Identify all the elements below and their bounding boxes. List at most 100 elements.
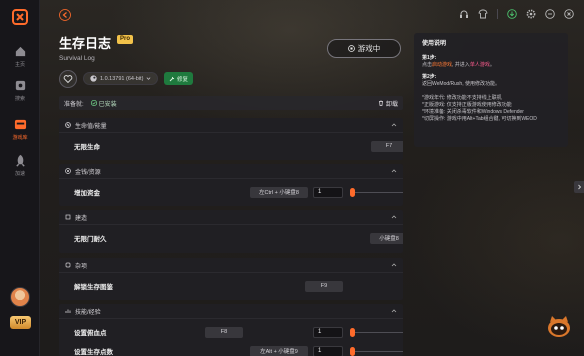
sidebar-item-boost[interactable]: 加速 <box>0 149 40 181</box>
launch-game-link[interactable]: 启动游戏 <box>432 62 452 68</box>
download-icon[interactable] <box>507 9 517 19</box>
uninstall-label: 卸载 <box>385 101 398 108</box>
hotkey-badge[interactable]: 左Ctrl + 小键盘8 <box>250 186 308 198</box>
section-misc: 杂项 解锁生存图鉴 F9 应用 <box>59 258 403 300</box>
cheat-label: 无限生命 <box>74 144 100 151</box>
chevron-up-icon[interactable] <box>391 262 397 268</box>
stop-circle-icon <box>347 45 355 52</box>
wrench-icon <box>169 76 175 81</box>
value-slider[interactable] <box>350 346 403 356</box>
favorite-button[interactable] <box>59 70 77 88</box>
section-title: 生命值/能量 <box>75 123 107 130</box>
slider-thumb[interactable] <box>350 327 355 337</box>
sidebar-item-search[interactable]: 搜索 <box>0 74 40 106</box>
installed-status: 已安装 <box>90 99 117 108</box>
headset-icon[interactable] <box>459 9 469 19</box>
cheat-label: 无限门耐久 <box>74 236 107 243</box>
avatar[interactable] <box>10 287 30 307</box>
library-icon <box>14 119 26 129</box>
section-build: 建造 无限门耐久 小键盘8 <box>59 210 403 253</box>
step-text-part: 点击 <box>422 61 433 68</box>
hotkey-badge[interactable]: F8 <box>205 326 243 338</box>
usage-instructions-panel: 使用说明 第1步: 点击启动游戏, 并进入单人游戏。 第2步: 返回WeMod/… <box>414 33 568 147</box>
sidebar-item-home[interactable]: 主页 <box>0 40 40 72</box>
hotkey-badge[interactable]: F7 <box>371 140 403 152</box>
section-title: 金钱/资源 <box>75 169 101 176</box>
singleplayer-text: 单人游戏 <box>469 61 490 68</box>
step-text: 返回WeMod/Rush, 使用修改功能。 <box>422 81 500 88</box>
close-icon[interactable] <box>564 9 574 19</box>
misc-icon <box>65 262 71 268</box>
cheat-row: 增加资金 左Ctrl + 小键盘8 1 应用 <box>59 179 403 205</box>
sidebar-item-label: 搜索 <box>14 95 25 102</box>
hotkey-badge[interactable]: 左Alt + 小键盘9 <box>250 345 308 356</box>
slider-track <box>352 191 403 193</box>
chevron-right-icon <box>577 184 581 190</box>
section-header[interactable]: 杂项 <box>59 258 403 273</box>
hotkey-badge[interactable]: F9 <box>305 280 343 292</box>
app-logo-icon[interactable] <box>11 8 29 26</box>
notes-list: *游戏年代: 修改功能不支持线上联机 *正版游戏: 仅支持正版游戏使用修改功能 … <box>422 95 560 124</box>
minimize-icon[interactable] <box>545 9 555 19</box>
shirt-icon[interactable] <box>478 9 488 19</box>
hotkey-badge[interactable]: 小键盘8 <box>370 232 403 244</box>
cheat-label: 增加资金 <box>74 190 100 197</box>
uninstall-button[interactable]: 卸载 <box>378 99 398 108</box>
game-running-button[interactable]: 游戏中 <box>327 39 401 58</box>
section-health: 生命值/能量 无限生命 F7 <box>59 118 403 160</box>
step-text-part: 。 <box>489 61 495 68</box>
mascot-icon[interactable] <box>546 314 572 338</box>
chevron-up-icon[interactable] <box>391 308 397 314</box>
sidebar-item-library[interactable]: 游戏库 <box>0 113 40 145</box>
window-toolbar <box>459 9 574 19</box>
value-slider[interactable] <box>350 327 403 338</box>
section-skills: 技能/经验 设置俯血点 F8 1 应用 设置生存点数 左Alt + 小键盘9 1… <box>59 304 403 356</box>
section-header[interactable]: 生命值/能量 <box>59 118 403 133</box>
chevron-up-icon[interactable] <box>391 168 397 174</box>
cheat-label: 设置俯血点 <box>74 330 107 337</box>
expand-panel-button[interactable] <box>574 181 584 193</box>
toolbar-divider <box>497 9 498 19</box>
page-title: 生存日志 <box>59 36 112 51</box>
installed-label: 已安装 <box>98 101 117 108</box>
value-slider[interactable] <box>350 187 403 198</box>
cheat-row: 解锁生存图鉴 F9 应用 <box>59 273 403 299</box>
note-item: *游戏年代: 修改功能不支持线上联机 <box>422 94 502 101</box>
check-circle-icon <box>90 100 97 106</box>
slider-thumb[interactable] <box>350 187 355 197</box>
back-arrow-icon[interactable] <box>59 9 71 21</box>
value-input[interactable]: 1 <box>313 186 343 198</box>
status-prefix: 准备就: <box>64 101 84 108</box>
panel-title: 使用说明 <box>422 41 447 47</box>
version-label: 1.0.13791 (64-bit) <box>100 75 144 82</box>
vip-badge[interactable]: VIP <box>10 316 31 329</box>
chevron-down-icon <box>146 77 151 80</box>
section-header[interactable]: 金钱/资源 <box>59 164 403 179</box>
slider-track <box>352 331 403 333</box>
section-header[interactable]: 技能/经验 <box>59 304 403 319</box>
version-selector[interactable]: 1.0.13791 (64-bit) <box>83 72 159 85</box>
pro-badge: Pro <box>117 35 134 44</box>
sidebar-item-label: 游戏库 <box>12 134 28 141</box>
section-title: 建造 <box>75 215 88 222</box>
page-subtitle: Survival Log <box>59 55 95 62</box>
section-money: 金钱/资源 增加资金 左Ctrl + 小键盘8 1 应用 <box>59 164 403 206</box>
value-input[interactable]: 1 <box>313 326 343 338</box>
chevron-up-icon[interactable] <box>391 214 397 220</box>
rocket-icon <box>15 154 25 167</box>
steam-icon <box>90 75 97 82</box>
fix-button[interactable]: 修复 <box>164 72 194 85</box>
step-title: 第1步: <box>422 54 437 61</box>
fix-label: 修复 <box>177 76 189 83</box>
trash-icon <box>378 100 383 106</box>
section-title: 杂项 <box>75 263 88 270</box>
slider-thumb[interactable] <box>350 346 355 356</box>
cheat-label: 解锁生存图鉴 <box>74 284 113 291</box>
chevron-up-icon[interactable] <box>391 122 397 128</box>
app-window: 主页 搜索 游戏库 加速 VIP 生存日志 Pro Survival Log 1… <box>0 0 584 356</box>
value-input[interactable]: 1 <box>313 345 343 356</box>
sidebar-item-label: 加速 <box>14 170 25 177</box>
section-title: 技能/经验 <box>75 309 101 316</box>
settings-icon[interactable] <box>526 9 536 19</box>
section-header[interactable]: 建造 <box>59 210 403 225</box>
